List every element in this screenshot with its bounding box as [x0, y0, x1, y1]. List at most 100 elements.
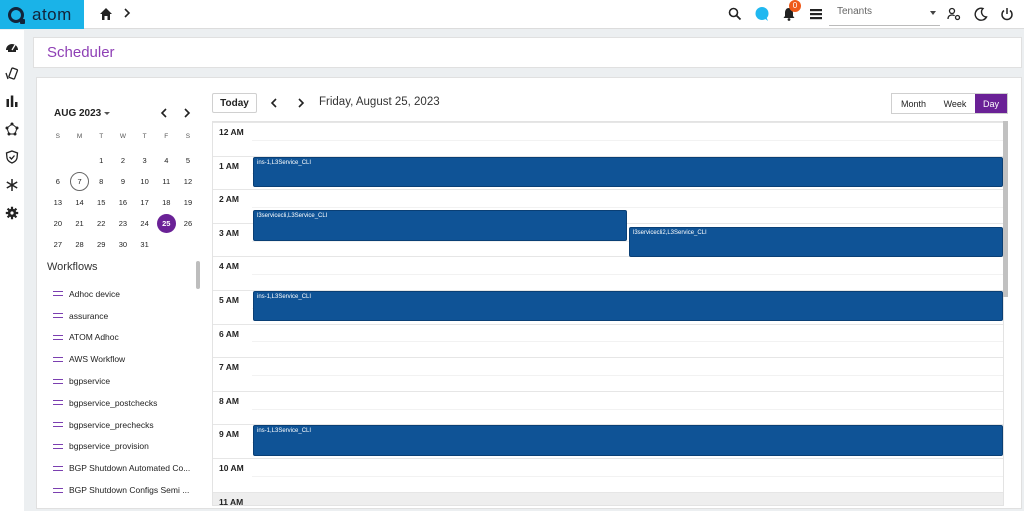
- mini-calendar-day[interactable]: 31: [134, 234, 156, 255]
- workflow-item[interactable]: ATOM Adhoc: [53, 327, 203, 349]
- mini-calendar-day[interactable]: 8: [90, 171, 112, 192]
- today-button[interactable]: Today: [212, 93, 257, 113]
- workflow-item[interactable]: BGP Shutdown Configs Semi ...: [53, 479, 203, 501]
- hour-label: 11 AM: [219, 496, 244, 506]
- snowflake-icon[interactable]: [5, 178, 19, 192]
- shield-icon[interactable]: [5, 150, 19, 164]
- hour-label: 10 AM: [219, 463, 244, 473]
- mini-calendar-day[interactable]: 9: [112, 171, 134, 192]
- chat-icon[interactable]: [754, 6, 770, 22]
- mini-calendar-day-label: 29: [97, 240, 106, 249]
- mini-calendar-day[interactable]: 5: [177, 150, 199, 171]
- workflow-item[interactable]: assurance: [53, 305, 203, 327]
- mini-calendar-day[interactable]: 17: [134, 192, 156, 213]
- view-week-button[interactable]: Week: [935, 94, 975, 113]
- devices-icon[interactable]: [5, 67, 19, 81]
- mini-calendar-prev-button[interactable]: [157, 106, 171, 120]
- mini-calendar-day[interactable]: 16: [112, 192, 134, 213]
- mini-calendar-day[interactable]: 25: [155, 213, 177, 234]
- hour-slot[interactable]: 4 AM: [213, 256, 1003, 290]
- workflow-item[interactable]: bgpservice_postchecks: [53, 392, 203, 414]
- half-hour-line: [252, 374, 1003, 376]
- user-settings-icon[interactable]: [946, 6, 962, 22]
- hour-slot[interactable]: 12 AM: [213, 122, 1003, 156]
- mini-calendar-week: 20 21 22 23 24 25 26: [47, 213, 199, 234]
- hour-label: 6 AM: [219, 328, 239, 339]
- mini-calendar-day[interactable]: 12: [177, 171, 199, 192]
- view-month-button[interactable]: Month: [892, 94, 935, 113]
- day-grid-scrollbar[interactable]: [1003, 121, 1008, 297]
- calendar-event[interactable]: ins-1,L3Service_CLI: [253, 156, 1003, 187]
- workflow-item[interactable]: Adhoc device: [53, 283, 203, 305]
- mini-calendar-day[interactable]: 23: [112, 213, 134, 234]
- weekday-label: S: [55, 132, 61, 140]
- hour-slot[interactable]: 8 AM: [213, 390, 1003, 425]
- mini-calendar-day[interactable]: 7: [69, 171, 91, 192]
- mini-calendar-day[interactable]: 26: [177, 213, 199, 234]
- list-menu-icon[interactable]: [808, 6, 824, 22]
- mini-calendar-day[interactable]: 14: [69, 192, 91, 213]
- mini-calendar-day[interactable]: 13: [47, 192, 69, 213]
- gear-icon[interactable]: [5, 206, 19, 220]
- mini-calendar-day[interactable]: 27: [47, 234, 69, 255]
- tenant-select[interactable]: Tenants: [829, 2, 940, 26]
- mini-calendar-day-label: 14: [75, 198, 84, 207]
- mini-calendar-day[interactable]: 4: [155, 150, 177, 171]
- mini-calendar-day[interactable]: 21: [69, 213, 91, 234]
- mini-calendar-day-label: 2: [120, 156, 125, 165]
- mini-calendar-day-label: 17: [140, 198, 149, 207]
- calendar-event-title: l3servicecli2,L3Service_CLI: [633, 230, 707, 237]
- mini-calendar-grid: S M T W T F S 1 2 3 4 5 6 7 8 9 10 11 12 13 14 15 16 17 18 19 20 21…: [47, 129, 199, 255]
- workflow-item[interactable]: bgpservice: [53, 370, 203, 392]
- workflow-item[interactable]: BGP Shutdown Automated Co...: [53, 457, 203, 479]
- hour-slot[interactable]: 11 AM: [213, 491, 1003, 506]
- weekday-label: T: [142, 132, 147, 140]
- notification-badge: 0: [789, 0, 801, 12]
- view-day-button[interactable]: Day: [975, 94, 1007, 113]
- mini-calendar-day[interactable]: 19: [177, 192, 199, 213]
- mini-calendar-day[interactable]: 11: [155, 171, 177, 192]
- mini-calendar-day-label: 30: [118, 240, 128, 249]
- mini-calendar-month[interactable]: AUG 2023: [54, 108, 111, 119]
- mini-calendar-next-button[interactable]: [180, 106, 194, 120]
- workflow-item[interactable]: AWS Workflow: [53, 348, 203, 370]
- power-icon[interactable]: [999, 6, 1015, 22]
- analytics-icon[interactable]: [5, 94, 19, 108]
- hour-slot[interactable]: 6 AM: [213, 323, 1003, 358]
- home-icon[interactable]: [98, 6, 114, 22]
- search-icon[interactable]: [727, 6, 743, 22]
- calendar-event[interactable]: l3servicecli2,L3Service_CLI: [629, 227, 1003, 258]
- hour-label: 8 AM: [219, 395, 239, 406]
- dashboard-icon[interactable]: [5, 40, 19, 54]
- prev-day-button[interactable]: [267, 95, 281, 111]
- app-logo[interactable]: atom: [0, 0, 84, 29]
- mini-calendar-day[interactable]: 6: [47, 171, 69, 192]
- mini-calendar-day[interactable]: 15: [90, 192, 112, 213]
- mini-calendar-day[interactable]: 29: [90, 234, 112, 255]
- hour-slot[interactable]: 10 AM: [213, 458, 1003, 492]
- mini-calendar-day[interactable]: 28: [69, 234, 91, 255]
- workflow-item[interactable]: bgpservice_provision: [53, 436, 203, 458]
- mini-calendar-day[interactable]: 30: [112, 234, 134, 255]
- dark-mode-icon[interactable]: [973, 6, 989, 22]
- next-day-button[interactable]: [294, 95, 308, 111]
- mini-calendar-day[interactable]: 3: [134, 150, 156, 171]
- calendar-event[interactable]: ins-1,L3Service_CLI: [253, 425, 1003, 456]
- mini-calendar-day[interactable]: 24: [134, 213, 156, 234]
- mini-calendar-day[interactable]: 18: [155, 192, 177, 213]
- workflow-item[interactable]: bgpservice_prechecks: [53, 414, 203, 436]
- mini-calendar-day-label: 6: [55, 177, 60, 186]
- topology-icon[interactable]: [5, 122, 19, 136]
- mini-calendar-day[interactable]: 10: [134, 171, 156, 192]
- mini-calendar-day[interactable]: 20: [47, 213, 69, 234]
- mini-calendar-day[interactable]: 1: [90, 150, 112, 171]
- hour-slot[interactable]: 7 AM: [213, 357, 1003, 391]
- half-hour-line: [252, 475, 1003, 477]
- mini-calendar-day-label: 25: [156, 214, 176, 233]
- hour-label: 12 AM: [219, 127, 244, 137]
- day-view-grid: 12 AM 1 AM 2 AM 3 AM 4 AM 5 AM 6 AM 7 AM 8 AM 9 A…: [212, 121, 1004, 506]
- mini-calendar-day[interactable]: 2: [112, 150, 134, 171]
- calendar-event[interactable]: ins-1,L3Service_CLI: [253, 291, 1003, 322]
- mini-calendar-day[interactable]: 22: [90, 213, 112, 234]
- calendar-event[interactable]: l3servicecli,L3Service_CLI: [253, 210, 627, 241]
